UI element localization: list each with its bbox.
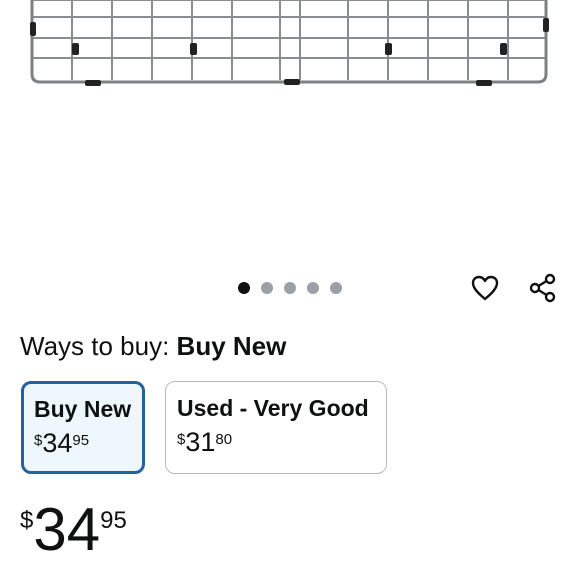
product-image[interactable] (0, 0, 579, 260)
ways-to-buy-heading: Ways to buy: Buy New (20, 331, 286, 362)
carousel-dots (238, 282, 342, 294)
price-fraction: 80 (215, 431, 233, 448)
product-price: $ 34 95 (20, 500, 127, 560)
share-icon (529, 273, 556, 303)
carousel-dot[interactable] (261, 282, 273, 294)
price-whole: 34 (33, 496, 101, 563)
price-fraction: 95 (72, 432, 90, 449)
price-whole: 34 (42, 428, 73, 458)
carousel-dot[interactable] (307, 282, 319, 294)
ways-to-buy-prefix: Ways to buy: (20, 331, 170, 361)
share-button[interactable] (525, 270, 561, 306)
price-fraction: 95 (100, 507, 127, 534)
price-currency: $ (34, 432, 43, 449)
option-title: Buy New (34, 396, 132, 422)
carousel-dot[interactable] (238, 282, 250, 294)
option-price: $ 34 95 (34, 430, 132, 457)
option-price: $ 31 80 (177, 429, 375, 456)
heart-icon (471, 275, 499, 301)
carousel-dot[interactable] (330, 282, 342, 294)
option-title: Used - Very Good (177, 395, 369, 421)
buy-new-option[interactable]: Buy New $ 34 95 (21, 381, 145, 474)
wishlist-button[interactable] (467, 270, 503, 306)
used-very-good-option[interactable]: Used - Very Good $ 31 80 (165, 381, 387, 474)
carousel-dot[interactable] (284, 282, 296, 294)
price-whole: 31 (185, 427, 216, 457)
price-currency: $ (20, 507, 34, 534)
price-currency: $ (177, 431, 186, 448)
ways-to-buy-selected: Buy New (176, 331, 287, 361)
